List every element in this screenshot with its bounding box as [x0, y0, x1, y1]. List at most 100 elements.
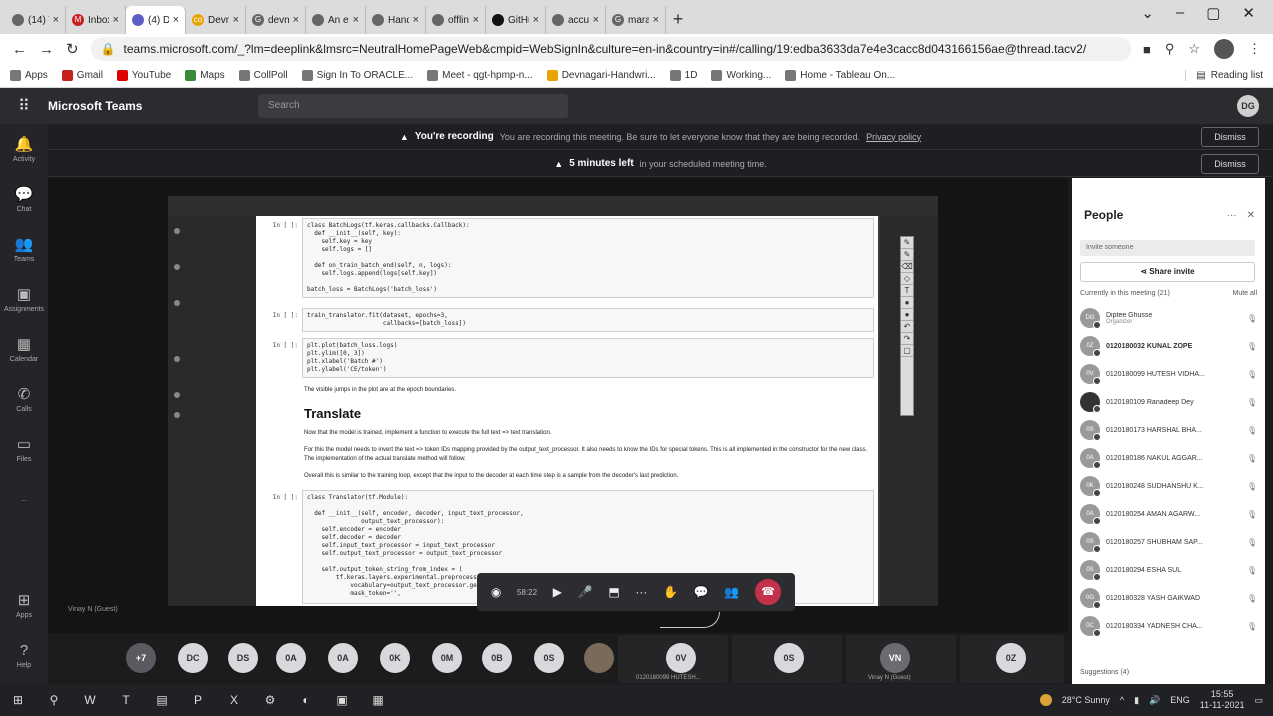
share-screen-icon[interactable]: ⬒	[608, 585, 619, 599]
browser-tab[interactable]: An effic×	[306, 6, 366, 34]
bookmark-tableau[interactable]: Home - Tableau On...	[785, 70, 895, 81]
participant-row[interactable]: 0120180109 Ranadeep Dey 🎙	[1080, 391, 1257, 413]
bookmark-apps[interactable]: Apps	[10, 70, 48, 81]
participant-tile[interactable]: 0A	[328, 643, 358, 673]
close-window-icon[interactable]: ✕	[1242, 4, 1255, 22]
bookmark-oracle[interactable]: Sign In To ORACLE...	[301, 70, 413, 81]
more-icon[interactable]: ···	[635, 585, 647, 599]
bookmark-devnagari[interactable]: Devnagari-Handwri...	[546, 70, 656, 81]
close-tab-icon[interactable]: ×	[353, 14, 359, 26]
clock[interactable]: 15:55 11-11-2021	[1200, 689, 1245, 711]
participant-tile[interactable]: 0Z	[996, 643, 1026, 673]
bookmark-maps[interactable]: Maps	[185, 70, 225, 81]
rail-files[interactable]: ▭ Files	[0, 424, 48, 474]
participant-row[interactable]: 0V 0120180099 HUTESH VIDHA... 🎙	[1080, 363, 1257, 385]
pen-icon[interactable]: ✎	[901, 237, 913, 249]
browser-tab[interactable]: Handwr×	[366, 6, 426, 34]
camera-off-icon[interactable]: ▶	[553, 585, 562, 599]
word-icon[interactable]: W	[72, 684, 108, 716]
rail-help[interactable]: ? Help	[0, 630, 48, 680]
participant-tile[interactable]: 0M	[432, 643, 462, 673]
menu-icon[interactable]: ⋮	[1248, 41, 1261, 57]
browser-tab[interactable]: coDevnaga×	[186, 6, 246, 34]
maximize-icon[interactable]: ▢	[1206, 4, 1220, 22]
code-block[interactable]: train_translator.fit(dataset, epochs=3, …	[302, 308, 874, 332]
excel-icon[interactable]: X	[216, 684, 252, 716]
bookmark-youtube[interactable]: YouTube	[116, 70, 171, 81]
close-tab-icon[interactable]: ×	[293, 14, 299, 26]
bookmark-working[interactable]: Working...	[711, 70, 771, 81]
close-tab-icon[interactable]: ×	[593, 14, 599, 26]
share-invite-button[interactable]: ⋖ Share invite	[1080, 262, 1255, 282]
powerpoint-icon[interactable]: P	[180, 684, 216, 716]
browser-tab[interactable]: (14) Wh×	[6, 6, 66, 34]
search-input[interactable]: Search	[258, 94, 568, 118]
participant-row[interactable]: 0S 0120180294 ESHA SUL 🎙	[1080, 559, 1257, 581]
participant-row[interactable]: 0S 0120180257 SHUBHAM SAP... 🎙	[1080, 531, 1257, 553]
weather-text[interactable]: 28°C Sunny	[1062, 695, 1110, 705]
browser-tab[interactable]: MInbox (5×	[66, 6, 126, 34]
participant-tile[interactable]: DS	[228, 643, 258, 673]
more-options-icon[interactable]: ···	[1227, 210, 1237, 221]
browser-tab-active[interactable]: (4) D ×	[126, 6, 186, 34]
participant-photo-tile[interactable]	[584, 643, 614, 673]
participant-row[interactable]: 0A 0120180254 AMAN AGARW... 🎙	[1080, 503, 1257, 525]
overflow-participants[interactable]: +7	[126, 643, 156, 673]
code-block[interactable]: plt.plot(batch_loss.logs) plt.ylim([0, 3…	[302, 338, 874, 378]
app-icon[interactable]: ▣	[324, 684, 360, 716]
code-block[interactable]: class BatchLogs(tf.keras.callbacks.Callb…	[302, 218, 874, 298]
url-field[interactable]: 🔒 teams.microsoft.com/_?lm=deeplink&lmsr…	[90, 37, 1131, 61]
pen-icon[interactable]: ✎	[901, 249, 913, 261]
new-tab-button[interactable]: +	[666, 6, 690, 34]
browser-tab[interactable]: GitHub -×	[486, 6, 546, 34]
chat-icon[interactable]: 💬	[694, 585, 709, 599]
browser-tab[interactable]: Gmarathi×	[606, 6, 666, 34]
code-cell[interactable]: In [ ]: plt.plot(batch_loss.logs) plt.yl…	[256, 338, 878, 378]
edge-icon[interactable]: ◐	[288, 684, 324, 716]
star-icon[interactable]: ☆	[1188, 41, 1200, 57]
participant-tile[interactable]: VN	[880, 643, 910, 673]
close-tab-icon[interactable]: ×	[53, 14, 59, 26]
participant-row[interactable]: 0K 0120180248 SUDHANSHU K... 🎙	[1080, 475, 1257, 497]
raise-hand-icon[interactable]: ✋	[663, 585, 678, 599]
teams-icon[interactable]: T	[108, 684, 144, 716]
bookmark-meet[interactable]: Meet - qgt-hpmp-n...	[427, 70, 533, 81]
close-icon[interactable]: ✕	[1247, 210, 1255, 221]
user-avatar[interactable]: DG	[1237, 95, 1259, 117]
participant-row[interactable]: 0G 0120180328 YASH GAIKWAD 🎙	[1080, 587, 1257, 609]
annotation-toolbar[interactable]: ✎ ✎ ⌫ ◇ T ● ● ↶ ↷ ▢	[900, 236, 914, 416]
participant-row[interactable]: 0A 0120180186 NAKUL AGGAR... 🎙	[1080, 447, 1257, 469]
participant-tile[interactable]: 0S	[534, 643, 564, 673]
app-launcher-icon[interactable]: ⠿	[0, 96, 48, 116]
back-icon[interactable]: ←	[12, 41, 27, 58]
bookmark-gmail[interactable]: Gmail	[61, 70, 103, 81]
redo-icon[interactable]: ↷	[901, 333, 913, 345]
rail-calendar[interactable]: ▦ Calendar	[0, 324, 48, 374]
clear-icon[interactable]: ▢	[901, 345, 913, 357]
camera-icon[interactable]: ■	[1143, 42, 1151, 57]
windows-start-icon[interactable]: ⊞	[0, 684, 36, 716]
participant-row[interactable]: 0S 0120180173 HARSHAL BHA... 🎙	[1080, 419, 1257, 441]
microphone-icon[interactable]: 🎤	[578, 585, 593, 599]
bookmark-1d[interactable]: 1D	[669, 70, 697, 81]
participant-row[interactable]: 0C 0120180334 YADNESH CHA... 🎙	[1080, 615, 1257, 637]
leave-call-button[interactable]: ☎	[755, 579, 782, 605]
close-tab-icon[interactable]: ×	[653, 14, 659, 26]
participant-tile[interactable]: 0V	[666, 643, 696, 673]
volume-icon[interactable]: 🔊	[1149, 695, 1160, 706]
chevron-down-icon[interactable]: ⌄	[1141, 4, 1154, 22]
participant-tile[interactable]: 0K	[380, 643, 410, 673]
mute-all-button[interactable]: Mute all	[1232, 290, 1257, 297]
settings-icon[interactable]: ⚙	[252, 684, 288, 716]
rail-assignments[interactable]: ▣ Assignments	[0, 274, 48, 324]
participant-tile[interactable]: DC	[178, 643, 208, 673]
dismiss-time-button[interactable]: Dismiss	[1201, 154, 1259, 174]
notifications-icon[interactable]: ▭	[1254, 695, 1263, 706]
text-icon[interactable]: T	[901, 285, 913, 297]
participant-row[interactable]: DG Diptee Ghusse Organizer 🎙	[1080, 307, 1257, 329]
participant-row[interactable]: 0Z 0120180032 KUNAL ZOPE 🎙	[1080, 335, 1257, 357]
browser-tab[interactable]: Gdevnaga×	[246, 6, 306, 34]
language-indicator[interactable]: ENG	[1170, 695, 1190, 705]
minimize-icon[interactable]: –	[1176, 4, 1184, 22]
profile-avatar[interactable]	[1214, 39, 1234, 59]
